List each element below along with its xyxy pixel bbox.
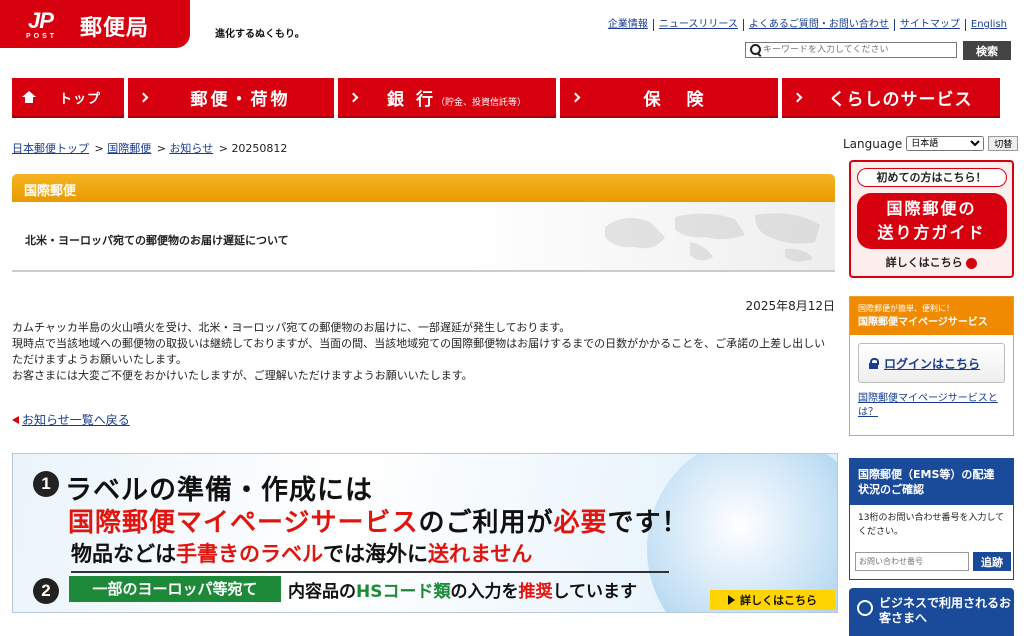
home-icon [22,91,36,103]
lock-icon [869,357,879,369]
track-button[interactable]: 追跡 [973,552,1011,571]
nav-yubin-label: 郵便・荷物 [190,89,291,110]
search-icon [749,43,763,57]
nav-ginko-sub: （貯金、投資信託等） [435,97,526,108]
slogan: 進化するぬくもり。 [215,29,305,40]
mypage-about-link[interactable]: 国際郵便マイページサービスとは？ [858,392,1005,420]
article-date: 2025年8月12日 [745,299,835,313]
nav-yubin[interactable]: 郵便・荷物 [128,78,334,118]
search-box [745,42,957,58]
shipping-guide-banner[interactable]: 初めての方はこちら！ 国際郵便の 送り方ガイド 詳しくはこちら [849,160,1014,278]
back-to-news-link[interactable]: お知らせ一覧へ戻る [12,411,130,428]
link-english[interactable]: English [964,19,1012,31]
person-icon [857,600,873,616]
login-button[interactable]: ログインはこちら [858,343,1005,383]
business-customers-link[interactable]: ビジネスで利用されるお客さまへ [849,588,1014,636]
utility-links: 企業情報 ニュースリリース よくあるご質問・お問い合わせ サイトマップ Engl… [603,19,1012,31]
article-paragraph-1: カムチャッカ半島の火山噴火を受け、北米・ヨーロッパ宛ての郵便物のお届けに、一部遅… [12,321,571,334]
article-title: 北米・ヨーロッパ宛ての郵便物のお届け遅延について [25,234,289,247]
search-input[interactable] [763,45,953,55]
arrow-left-icon [12,415,19,424]
tracking-box: 国際郵便（EMS等）の配達状況のご確認 13桁のお問い合わせ番号を入力してくださ… [849,458,1014,580]
banner-divider [71,571,669,573]
nav-top[interactable]: トップ [12,78,124,118]
language-switch-button[interactable]: 切替 [988,136,1019,151]
link-news-release[interactable]: ニュースリリース [652,19,743,31]
breadcrumb-news[interactable]: お知らせ [169,142,213,155]
nav-hoken[interactable]: 保 険 [560,78,778,118]
back-to-news-label[interactable]: お知らせ一覧へ戻る [22,411,130,428]
nav-ginko[interactable]: 銀 行（貯金、投資信託等） [338,78,556,118]
language-label: Language [843,136,903,151]
logo-jp-mark: JP [28,8,54,33]
link-sitemap[interactable]: サイトマップ [893,19,965,31]
logo-name: 郵便局 [80,16,150,41]
breadcrumb-intl-mail[interactable]: 国際郵便 [107,142,151,155]
arrow-circle-icon [966,257,978,269]
tracking-description: 13桁のお問い合わせ番号を入力してください。 [858,513,1005,537]
guide-more: 詳しくはこちら [851,254,1012,270]
label-info-banner[interactable]: 1 ラベルの準備・作成には 国際郵便マイページサービスのご利用が必要です！ 物品… [12,453,838,613]
nav-kurashi-label: くらしのサービス [828,89,973,110]
nav-top-label: トップ [58,91,101,107]
nav-hoken-label: 保 険 [643,89,714,110]
article-paragraph-3: お客さまには大変ご不便をおかけいたしますが、ご理解いただけますようお願いいたしま… [12,369,473,382]
nav-ginko-label: 銀 行 [387,89,436,110]
article-paragraph-2: 現時点で当該地域への郵便物の取扱いは継続しておりますが、当面の間、当該地域宛ての… [12,337,826,366]
language-switcher: Language 日本語 切替 [843,136,1019,151]
link-faq-contact[interactable]: よくあるご質問・お問い合わせ [742,19,894,31]
mypage-box: 国際郵便が簡単、便利に！ 国際郵便マイページサービス ログインはこちら 国際郵便マ… [849,296,1014,436]
search-button[interactable]: 検索 [963,41,1011,60]
play-arrow-icon [728,595,735,605]
world-map-icon [605,213,820,262]
logo-post-text: POST [26,33,58,40]
guide-first-time: 初めての方はこちら！ [856,168,1007,187]
step-2-badge: 2 [33,578,59,604]
mypage-header: 国際郵便が簡単、便利に！ 国際郵便マイページサービス [850,297,1013,335]
breadcrumb-home[interactable]: 日本郵便トップ [12,142,89,155]
link-corporate-info[interactable]: 企業情報 [603,19,653,31]
nav-kurashi[interactable]: くらしのサービス [782,78,1000,118]
breadcrumb-current: 20250812 [231,142,288,155]
section-header: 国際郵便 [12,174,835,202]
site-header: JP POST 郵便局 進化するぬくもり。 企業情報 ニュースリリース よくある… [0,0,1024,60]
tracking-form: 追跡 [855,552,1011,571]
tracking-number-input[interactable] [855,552,969,571]
language-select[interactable]: 日本語 [906,136,985,151]
breadcrumb: 日本郵便トップ > 国際郵便 > お知らせ > 20250812 [12,142,288,155]
login-label: ログインはこちら [884,356,981,371]
article-body: カムチャッカ半島の火山噴火を受け、北米・ヨーロッパ宛ての郵便物のお届けに、一部遅… [12,320,835,384]
banner-line-2: 国際郵便マイページサービスのご利用が必要です！ [68,508,689,538]
banner-line-4: 内容品のHSコード類の入力を推奨しています [288,582,637,602]
banner-line-3: 物品などは手書きのラベルでは海外に送れません [71,542,533,566]
banner-europe-tag: 一部のヨーロッパ等宛て [69,576,281,602]
banner-detail-label: 詳しくはこちら [740,594,817,607]
banner-detail-button[interactable]: 詳しくはこちら [710,590,835,610]
japan-post-logo[interactable]: JP POST 郵便局 [0,0,190,48]
tracking-header: 国際郵便（EMS等）の配達状況のご確認 [850,459,1013,505]
global-nav: トップ 郵便・荷物 銀 行（貯金、投資信託等） 保 険 くらしのサービス [12,78,1012,118]
step-1-badge: 1 [33,471,59,497]
article-title-box: 北米・ヨーロッパ宛ての郵便物のお届け遅延について [12,202,835,272]
guide-title: 国際郵便の 送り方ガイド [856,193,1007,249]
business-label: ビジネスで利用されるお客さまへ [879,596,1012,625]
